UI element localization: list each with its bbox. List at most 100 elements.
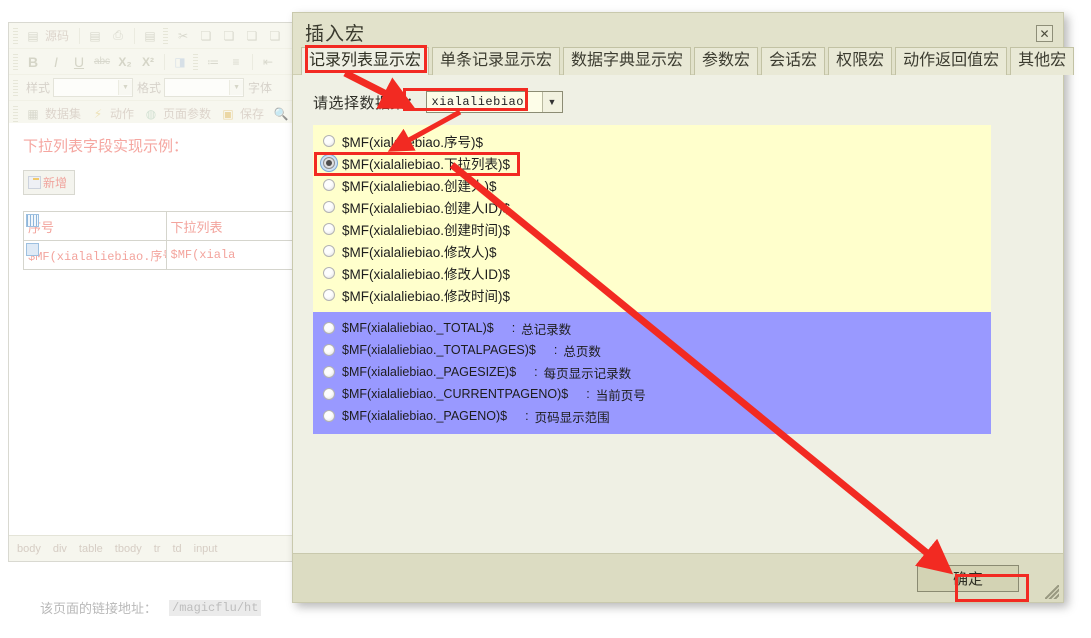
- radio-icon[interactable]: [323, 267, 335, 279]
- macro-option[interactable]: $MF(xialaliebiao.修改人)$: [313, 240, 991, 262]
- tab-other-macro[interactable]: 其他宏: [1010, 47, 1075, 75]
- toolbar-grip[interactable]: [13, 27, 18, 44]
- superscript-icon[interactable]: X²: [137, 51, 159, 72]
- tab-record-list-macro[interactable]: 记录列表显示宏: [301, 47, 430, 75]
- macro-option[interactable]: $MF(xialaliebiao._TOTAL)$ : 总记录数: [313, 317, 991, 339]
- toolbar-grip[interactable]: [13, 105, 18, 122]
- tab-permission-macro[interactable]: 权限宏: [828, 47, 893, 75]
- table-cell-value: $MF(xialaliebiao.序号)$: [28, 249, 165, 264]
- element-path-table[interactable]: table: [79, 543, 103, 555]
- page-link-value: /magicflu/ht: [169, 599, 262, 616]
- macro-option-selected[interactable]: $MF(xialaliebiao.下拉列表)$: [313, 152, 991, 174]
- dataset-label[interactable]: 数据集: [45, 105, 81, 122]
- macro-label: $MF(xialaliebiao.修改时间)$: [342, 289, 511, 304]
- dataset-select[interactable]: xialaliebiao ▼: [425, 91, 563, 113]
- print-icon[interactable]: ⎙: [107, 25, 129, 46]
- save-label[interactable]: 保存: [240, 105, 264, 122]
- tab-action-return-macro[interactable]: 动作返回值宏: [895, 47, 1008, 75]
- macro-option[interactable]: $MF(xialaliebiao._CURRENTPAGENO)$ : 当前页号: [313, 383, 991, 405]
- cut-icon[interactable]: ✂: [172, 25, 194, 46]
- editor-content-area[interactable]: 下拉列表字段实现示例： 新增 序号 下拉列表 $MF(xialaliebiao.…: [9, 123, 292, 534]
- new-page-icon[interactable]: ▤: [84, 25, 106, 46]
- action-icon[interactable]: ⚡: [87, 103, 109, 124]
- underline-icon[interactable]: U: [68, 51, 90, 72]
- templates-icon[interactable]: ▤: [139, 25, 161, 46]
- radio-icon[interactable]: [323, 388, 335, 400]
- table-header-label: 下拉列表: [170, 219, 223, 235]
- radio-icon[interactable]: [323, 135, 335, 147]
- source-icon[interactable]: ▤: [22, 25, 44, 46]
- chevron-down-icon: ▼: [541, 92, 562, 112]
- close-icon[interactable]: ✕: [1036, 25, 1053, 42]
- toolbar-grip[interactable]: [13, 53, 18, 70]
- page-params-icon[interactable]: ◍: [140, 103, 162, 124]
- element-path-tr[interactable]: tr: [154, 543, 161, 555]
- element-path-div[interactable]: div: [53, 543, 67, 555]
- numbered-list-icon[interactable]: ≔: [202, 51, 224, 72]
- radio-icon[interactable]: [323, 366, 335, 378]
- table-header-cell: 下拉列表: [165, 211, 292, 241]
- element-path-input[interactable]: input: [194, 543, 218, 555]
- macro-option[interactable]: $MF(xialaliebiao.创建人)$: [313, 174, 991, 196]
- macro-option[interactable]: $MF(xialaliebiao.修改人ID)$: [313, 262, 991, 284]
- macro-option[interactable]: $MF(xialaliebiao._PAGENO)$ : 页码显示范围: [313, 405, 991, 427]
- html-editor: ▤ 源码 ▤ ⎙ ▤ ✂ ❏ ❏ ❏ ❏ B I U abc X₂ X² ◨ ≔: [8, 22, 293, 562]
- style-select[interactable]: ▼: [53, 78, 134, 97]
- dataset-icon[interactable]: ▦: [22, 103, 44, 124]
- radio-icon[interactable]: [323, 344, 335, 356]
- tab-parameter-macro[interactable]: 参数宏: [694, 47, 759, 75]
- toolbar-divider: [252, 53, 253, 70]
- radio-icon[interactable]: [323, 289, 335, 301]
- action-label[interactable]: 动作: [110, 105, 134, 122]
- radio-icon[interactable]: [323, 223, 335, 235]
- paste-icon[interactable]: ❏: [218, 25, 240, 46]
- radio-icon[interactable]: [323, 410, 335, 422]
- radio-icon[interactable]: [323, 201, 335, 213]
- macro-option[interactable]: $MF(xialaliebiao.创建人ID)$: [313, 196, 991, 218]
- strikethrough-icon[interactable]: abc: [91, 51, 113, 72]
- tab-data-dictionary-macro[interactable]: 数据字典显示宏: [563, 47, 692, 75]
- outdent-icon[interactable]: ⇤: [257, 51, 279, 72]
- toolbar-grip[interactable]: [163, 27, 169, 44]
- toolbar-divider: [164, 53, 165, 70]
- macro-option[interactable]: $MF(xialaliebiao.修改时间)$: [313, 284, 991, 306]
- radio-icon[interactable]: [323, 179, 335, 191]
- toolbar-grip[interactable]: [13, 79, 18, 96]
- macro-option[interactable]: $MF(xialaliebiao.序号)$: [313, 130, 991, 152]
- paste-word-icon[interactable]: ❏: [264, 25, 286, 46]
- editor-toolbar-row-1: ▤ 源码 ▤ ⎙ ▤ ✂ ❏ ❏ ❏ ❏: [9, 23, 292, 49]
- macro-tabs: 记录列表显示宏 单条记录显示宏 数据字典显示宏 参数宏 会话宏 权限宏 动作返回…: [301, 47, 1075, 75]
- macro-option[interactable]: $MF(xialaliebiao._TOTALPAGES)$ : 总页数: [313, 339, 991, 361]
- element-path-body[interactable]: body: [17, 543, 41, 555]
- element-path-tbody[interactable]: tbody: [115, 543, 142, 555]
- editor-toolbar-row-2: B I U abc X₂ X² ◨ ≔ ≡ ⇤: [9, 49, 292, 75]
- macro-option[interactable]: $MF(xialaliebiao._PAGESIZE)$ : 每页显示记录数: [313, 361, 991, 383]
- add-button[interactable]: 新增: [23, 170, 76, 195]
- page-params-label[interactable]: 页面参数: [163, 105, 211, 122]
- format-select[interactable]: ▼: [164, 78, 245, 97]
- resize-handle-icon[interactable]: [1045, 585, 1059, 599]
- confirm-button[interactable]: 确定: [917, 565, 1019, 592]
- paste-text-icon[interactable]: ❏: [241, 25, 263, 46]
- search-icon[interactable]: 🔍: [270, 103, 292, 124]
- element-path-td[interactable]: td: [172, 543, 181, 555]
- copy-icon[interactable]: ❏: [195, 25, 217, 46]
- italic-icon[interactable]: I: [45, 51, 67, 72]
- macro-description: 总记录数: [521, 322, 572, 337]
- save-icon[interactable]: ▣: [217, 103, 239, 124]
- subscript-icon[interactable]: X₂: [114, 51, 136, 72]
- add-record-icon: [28, 176, 41, 189]
- macro-option[interactable]: $MF(xialaliebiao.创建时间)$: [313, 218, 991, 240]
- radio-icon[interactable]: [323, 245, 335, 257]
- bulleted-list-icon[interactable]: ≡: [225, 51, 247, 72]
- radio-icon[interactable]: [323, 157, 335, 169]
- remove-format-icon[interactable]: ◨: [169, 51, 191, 72]
- radio-icon[interactable]: [323, 322, 335, 334]
- macro-colon: :: [534, 365, 538, 379]
- tab-session-macro[interactable]: 会话宏: [761, 47, 826, 75]
- dataset-row: 请选择数据集： xialaliebiao ▼: [293, 89, 1063, 115]
- bold-icon[interactable]: B: [22, 51, 44, 72]
- source-label[interactable]: 源码: [45, 27, 69, 44]
- toolbar-grip[interactable]: [193, 53, 198, 70]
- tab-single-record-macro[interactable]: 单条记录显示宏: [432, 47, 561, 75]
